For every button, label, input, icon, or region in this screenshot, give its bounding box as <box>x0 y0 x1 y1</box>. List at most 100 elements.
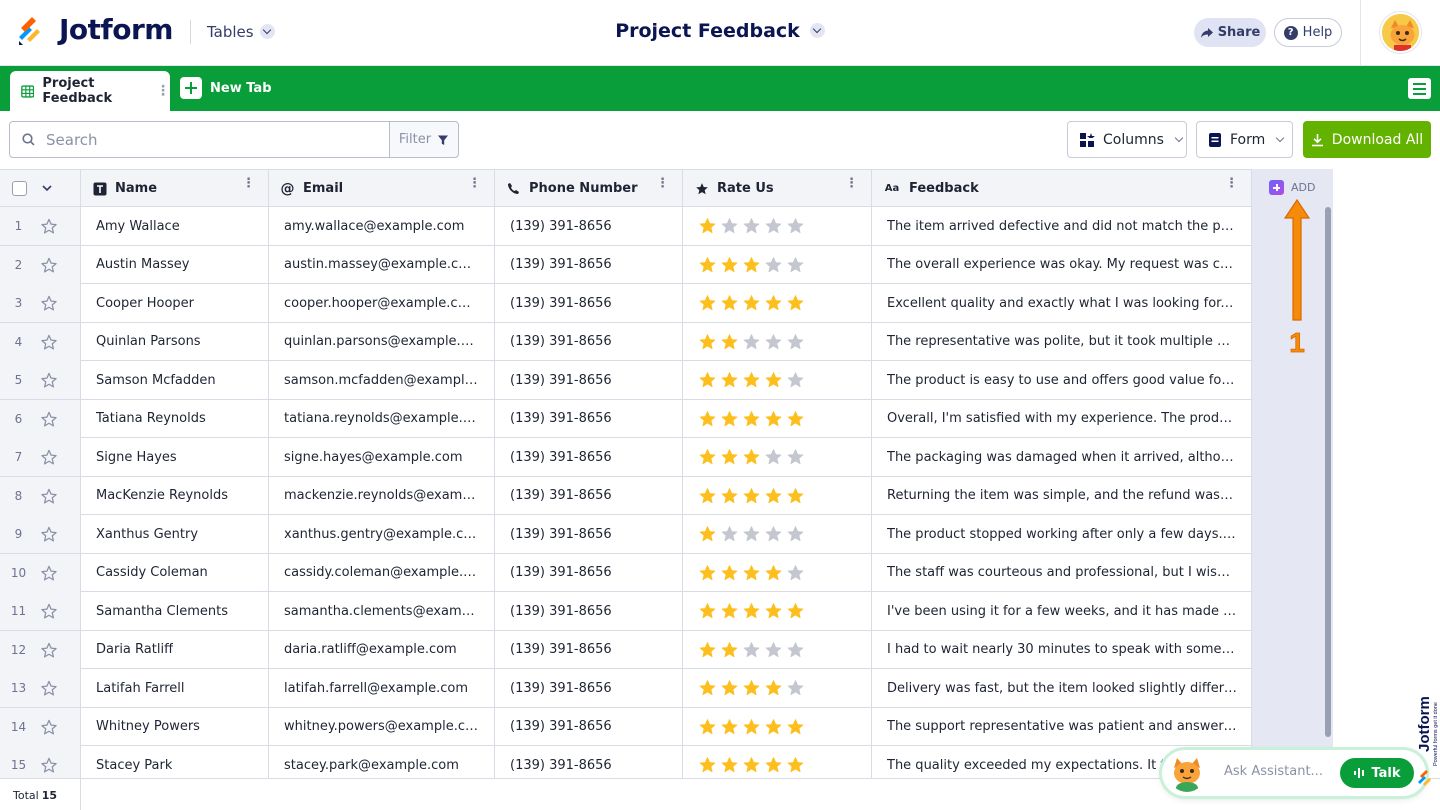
cell-rating[interactable] <box>683 746 872 778</box>
rating-star-icon[interactable] <box>742 294 761 312</box>
rating-star-icon[interactable] <box>786 256 805 274</box>
cell-email[interactable]: cassidy.coleman@example.com <box>269 553 495 592</box>
cell-rating[interactable] <box>683 515 872 553</box>
rating-star-icon[interactable] <box>742 525 761 543</box>
jotform-logo-icon[interactable] <box>17 15 47 47</box>
column-options-icon[interactable]: ⋮ <box>242 177 255 190</box>
cell-email[interactable]: mackenzie.reynolds@example.com <box>269 476 495 515</box>
cell-name[interactable]: Quinlan Parsons <box>81 322 269 361</box>
new-tab-button[interactable]: New Tab <box>180 77 272 99</box>
table-row[interactable]: 7 Signe Hayes signe.hayes@example.com (139)… <box>0 438 1252 477</box>
rating-star-icon[interactable] <box>720 217 739 235</box>
rating-star-icon[interactable] <box>742 371 761 389</box>
table-row[interactable]: 8 MacKenzie Reynolds mackenzie.reynolds@ex… <box>0 476 1252 515</box>
rating-star-icon[interactable] <box>742 641 761 659</box>
rating-star-icon[interactable] <box>720 718 739 736</box>
cell-name[interactable]: MacKenzie Reynolds <box>81 476 269 515</box>
form-button[interactable]: Form <box>1196 121 1293 158</box>
star-outline-icon[interactable] <box>40 680 58 697</box>
table-row[interactable]: 10 Cassidy Coleman cassidy.coleman@example… <box>0 553 1252 592</box>
rating-star-icon[interactable] <box>786 217 805 235</box>
rating-star-icon[interactable] <box>720 294 739 312</box>
rating-star-icon[interactable] <box>764 487 783 505</box>
cell-feedback[interactable]: I've been using it for a few weeks, and … <box>872 592 1252 630</box>
doc-title[interactable]: Project Feedback <box>615 20 825 42</box>
cell-email[interactable]: tatiana.reynolds@example.com <box>269 399 495 438</box>
rating-star-icon[interactable] <box>720 371 739 389</box>
search-input[interactable] <box>9 121 390 158</box>
rating-star-icon[interactable] <box>786 525 805 543</box>
column-header-name[interactable]: Name ⋮ <box>81 170 269 207</box>
star-outline-icon[interactable] <box>40 719 58 736</box>
rating-star-icon[interactable] <box>720 256 739 274</box>
cell-phone[interactable]: (139) 391-8656 <box>495 707 683 746</box>
cell-name[interactable]: Samson Mcfadden <box>81 361 269 399</box>
cell-name[interactable]: Xanthus Gentry <box>81 515 269 553</box>
add-column-button[interactable]: ADD <box>1269 180 1315 195</box>
rating-star-icon[interactable] <box>764 410 783 428</box>
hamburger-menu-button[interactable] <box>1408 78 1431 99</box>
table-row[interactable]: 4 Quinlan Parsons quinlan.parsons@example.… <box>0 322 1252 361</box>
cell-phone[interactable]: (139) 391-8656 <box>495 245 683 284</box>
table-row[interactable]: 1 Amy Wallace amy.wallace@example.com (139)… <box>0 207 1252 246</box>
star-outline-icon[interactable] <box>40 603 58 620</box>
rating-star-icon[interactable] <box>764 294 783 312</box>
rating-star-icon[interactable] <box>698 448 717 466</box>
cell-email[interactable]: signe.hayes@example.com <box>269 438 495 476</box>
cell-rating[interactable] <box>683 438 872 476</box>
cell-feedback[interactable]: I had to wait nearly 30 minutes to speak… <box>872 630 1252 669</box>
column-options-icon[interactable]: ⋮ <box>468 177 481 190</box>
cell-rating[interactable] <box>683 630 872 669</box>
cell-email[interactable]: quinlan.parsons@example.com <box>269 322 495 361</box>
rating-star-icon[interactable] <box>786 564 805 582</box>
cell-phone[interactable]: (139) 391-8656 <box>495 207 683 245</box>
rating-star-icon[interactable] <box>764 602 783 620</box>
table-row[interactable]: 14 Whitney Powers whitney.powers@example.c… <box>0 707 1252 746</box>
rating-star-icon[interactable] <box>698 371 717 389</box>
rating-star-icon[interactable] <box>764 371 783 389</box>
rating-star-icon[interactable] <box>698 641 717 659</box>
cell-phone[interactable]: (139) 391-8656 <box>495 284 683 322</box>
cell-name[interactable]: Latifah Farrell <box>81 669 269 707</box>
column-header-rate[interactable]: Rate Us ⋮ <box>683 170 872 207</box>
rating-star-icon[interactable] <box>742 487 761 505</box>
cell-name[interactable]: Whitney Powers <box>81 707 269 746</box>
rating-star-icon[interactable] <box>720 410 739 428</box>
cell-name[interactable]: Austin Massey <box>81 245 269 284</box>
cell-name[interactable]: Cassidy Coleman <box>81 553 269 592</box>
rating-star-icon[interactable] <box>786 333 805 351</box>
table-row[interactable]: 12 Daria Ratliff daria.ratliff@example.com… <box>0 630 1252 669</box>
rating-star-icon[interactable] <box>720 487 739 505</box>
rating-star-icon[interactable] <box>786 448 805 466</box>
cell-feedback[interactable]: The product stopped working after only a… <box>872 515 1252 553</box>
star-outline-icon[interactable] <box>40 218 58 235</box>
cell-rating[interactable] <box>683 476 872 515</box>
cell-name[interactable]: Tatiana Reynolds <box>81 399 269 438</box>
rating-star-icon[interactable] <box>698 602 717 620</box>
rating-star-icon[interactable] <box>786 756 805 774</box>
rating-star-icon[interactable] <box>764 564 783 582</box>
cell-email[interactable]: xanthus.gentry@example.com <box>269 515 495 553</box>
cell-phone[interactable]: (139) 391-8656 <box>495 399 683 438</box>
rating-star-icon[interactable] <box>786 679 805 697</box>
star-outline-icon[interactable] <box>40 642 58 659</box>
download-all-button[interactable]: Download All <box>1303 121 1431 158</box>
cell-name[interactable]: Amy Wallace <box>81 207 269 245</box>
rating-star-icon[interactable] <box>742 756 761 774</box>
cell-feedback[interactable]: Returning the item was simple, and the r… <box>872 476 1252 515</box>
cell-feedback[interactable]: The staff was courteous and professional… <box>872 553 1252 592</box>
select-all-checkbox[interactable] <box>12 181 27 196</box>
rating-star-icon[interactable] <box>742 448 761 466</box>
cell-email[interactable]: latifah.farrell@example.com <box>269 669 495 707</box>
rating-star-icon[interactable] <box>698 525 717 543</box>
rating-star-icon[interactable] <box>786 718 805 736</box>
cell-phone[interactable]: (139) 391-8656 <box>495 630 683 669</box>
star-outline-icon[interactable] <box>40 526 58 543</box>
rating-star-icon[interactable] <box>764 718 783 736</box>
cell-name[interactable]: Daria Ratliff <box>81 630 269 669</box>
rating-star-icon[interactable] <box>742 410 761 428</box>
cell-email[interactable]: daria.ratliff@example.com <box>269 630 495 669</box>
columns-button[interactable]: Columns <box>1067 121 1187 158</box>
cell-rating[interactable] <box>683 669 872 707</box>
cell-name[interactable]: Cooper Hooper <box>81 284 269 322</box>
